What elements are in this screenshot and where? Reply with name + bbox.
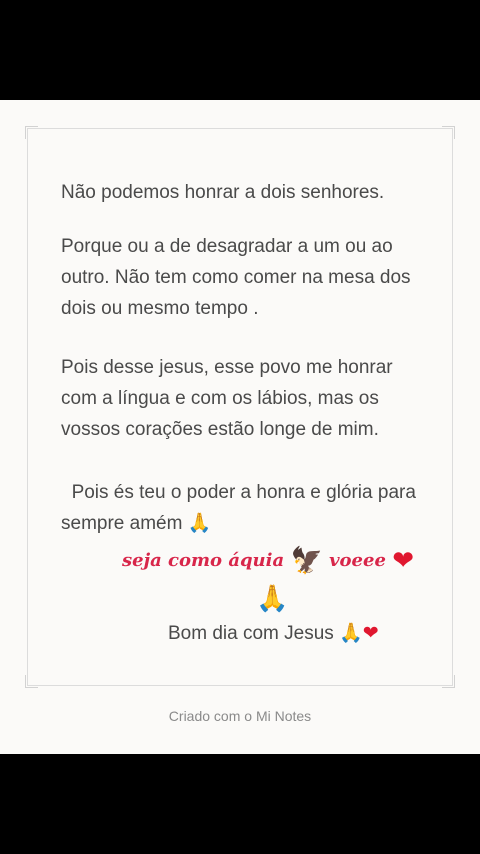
heart-icon: ❤ xyxy=(362,622,379,644)
heart-icon: ❤ xyxy=(392,546,414,576)
note-paragraph-1: Não podemos honrar a dois senhores. xyxy=(61,182,385,203)
frame-corner-ornament xyxy=(442,675,455,688)
pray-icon: 🙏 xyxy=(187,512,212,534)
note-paragraph-4: Pois és teu o poder a honra e glória par… xyxy=(61,477,421,539)
closing-text: Bom dia com Jesus xyxy=(168,623,334,644)
script-message: seja como áquia 🦅 voeee ❤ xyxy=(122,544,442,578)
note-paragraph-2: Porque ou a de desagradar a um ou ao out… xyxy=(61,236,411,319)
frame-corner-ornament xyxy=(25,126,38,139)
pray-icon: 🙏 xyxy=(339,622,363,644)
frame-corner-ornament xyxy=(25,675,38,688)
note-paragraph-4-text: Pois és teu o poder a honra e glória par… xyxy=(61,482,416,534)
script-text-1: seja como áquia xyxy=(122,550,285,571)
pray-icon: 🙏 xyxy=(256,584,289,614)
eagle-icon: 🦅 xyxy=(290,546,323,576)
frame-corner-ornament xyxy=(442,126,455,139)
note-card: Não podemos honrar a dois senhores. Porq… xyxy=(0,100,480,754)
screen: Não podemos honrar a dois senhores. Porq… xyxy=(0,0,480,854)
closing-line: Bom dia com Jesus 🙏❤ xyxy=(168,618,379,649)
script-text-2: voeee xyxy=(329,550,386,571)
created-with-footer: Criado com o Mi Notes xyxy=(168,708,312,724)
note-paragraph-3: Pois desse jesus, esse povo me honrar co… xyxy=(61,357,393,440)
